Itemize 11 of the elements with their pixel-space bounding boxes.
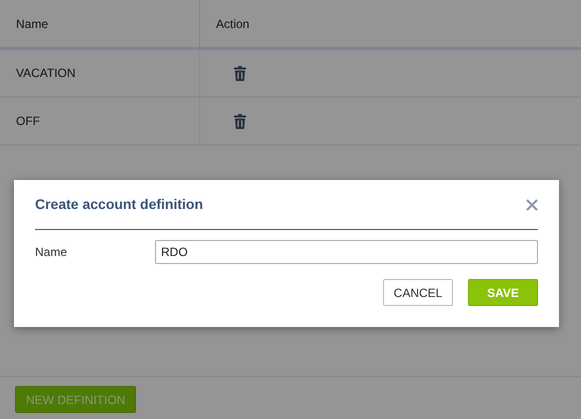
dialog-title: Create account definition [35, 195, 204, 214]
name-field[interactable]: RDO [155, 240, 538, 264]
trash-icon[interactable] [234, 114, 246, 128]
table-cell-text: VACATION [16, 65, 76, 82]
column-header: Name [16, 16, 48, 32]
table-cell-text: OFF [16, 113, 40, 130]
column-header: Action [216, 16, 250, 32]
close-icon[interactable] [526, 198, 538, 210]
cancel-button[interactable]: CANCEL [383, 279, 453, 306]
field-label: Name [35, 244, 68, 261]
trash-icon[interactable] [234, 66, 246, 80]
